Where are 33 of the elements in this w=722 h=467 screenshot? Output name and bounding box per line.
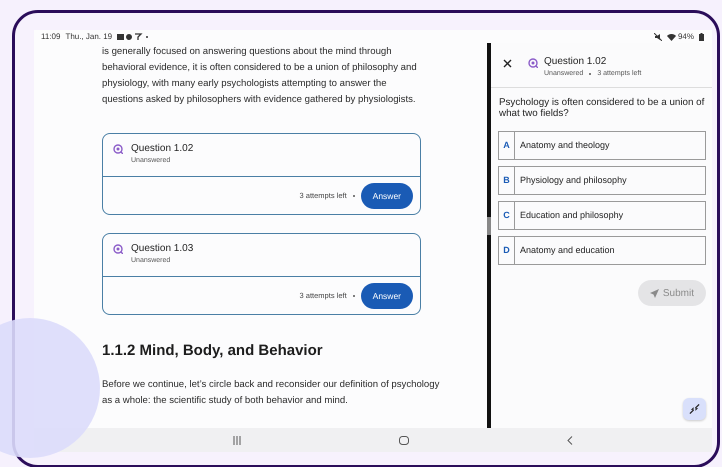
status-date: Thu., Jan. 19 bbox=[65, 30, 112, 42]
collapse-button[interactable] bbox=[683, 398, 706, 420]
question-icon bbox=[113, 244, 123, 254]
divider-handle[interactable] bbox=[487, 216, 491, 234]
answer-option[interactable]: A Anatomy and theology bbox=[498, 131, 706, 160]
recents-icon[interactable] bbox=[233, 436, 241, 444]
answer-option[interactable]: D Anatomy and education bbox=[498, 236, 706, 265]
article-paragraph: Before we continue, let’s circle back and reconsider our definition of psychology as a whole: the scientific study of both behavior and mind. bbox=[102, 378, 440, 408]
separator-dot bbox=[352, 294, 355, 296]
answer-option[interactable]: C Education and philosophy bbox=[498, 201, 706, 230]
question-icon bbox=[113, 144, 123, 154]
battery-icon bbox=[699, 32, 704, 40]
question-title: Question 1.02 bbox=[131, 142, 194, 155]
home-icon[interactable] bbox=[399, 436, 409, 444]
separator-dot bbox=[589, 72, 592, 74]
answer-option[interactable]: B Physiology and philosophy bbox=[498, 166, 706, 195]
wifi-icon bbox=[666, 32, 676, 40]
answer-button[interactable]: Answer bbox=[360, 282, 413, 308]
question-icon bbox=[528, 58, 538, 68]
separator-dot bbox=[352, 194, 355, 196]
question-title: Question 1.03 bbox=[131, 242, 194, 255]
send-icon bbox=[650, 288, 659, 298]
battery-percent: 94% bbox=[678, 30, 694, 42]
section-heading: 1.1.2 Mind, Body, and Behavior bbox=[102, 341, 324, 361]
panel-title: Question 1.02 bbox=[544, 55, 608, 68]
mute-icon bbox=[654, 32, 662, 40]
article-paragraph: is generally focused on answering questions about the mind through behavioral evidence, it is often considered to be a union of philosophy and physiology, with many early psychologists attempting to answer the questions asked by philosophers with evidence gathered by physiologists. bbox=[102, 45, 418, 107]
answer-button[interactable]: Answer bbox=[360, 182, 413, 208]
question-text: Psychology is often considered to be a union of what two fields? bbox=[498, 96, 706, 121]
status-time: 11:09 bbox=[41, 30, 60, 42]
back-icon[interactable] bbox=[567, 436, 573, 444]
collapse-icon bbox=[689, 403, 700, 415]
close-icon[interactable] bbox=[503, 59, 512, 68]
